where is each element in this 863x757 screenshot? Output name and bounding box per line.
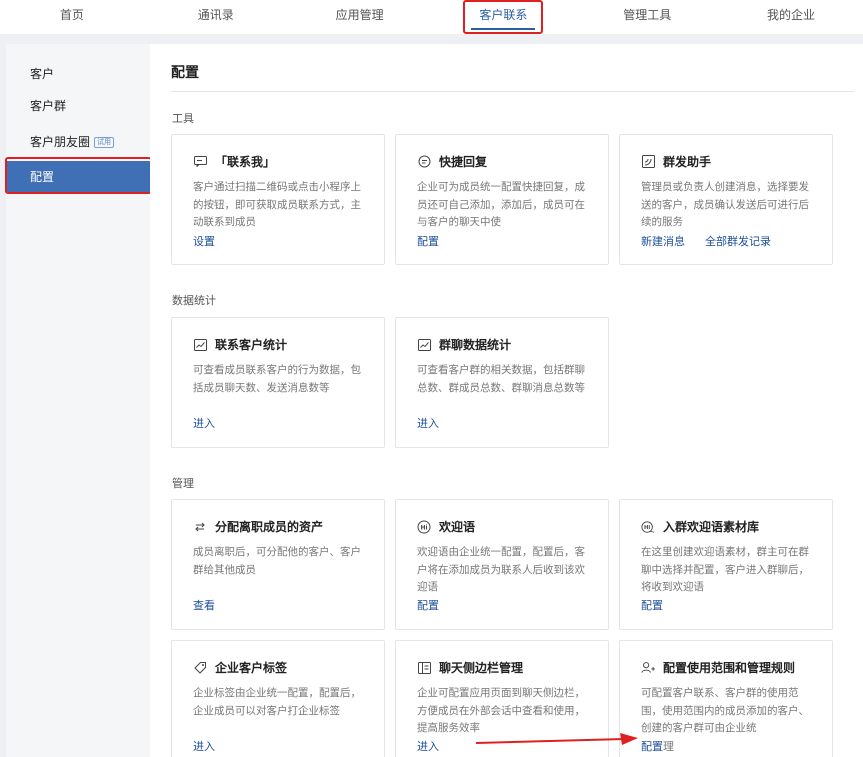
card-desc: 可查看成员联系客户的行为数据，包括成员聊天数、发送消息数等 bbox=[193, 364, 361, 394]
card-title-text: 快捷回复 bbox=[439, 155, 488, 169]
quick-reply-icon bbox=[417, 155, 431, 169]
card-chat-sidebar: 聊天侧边栏管理 企业可配置应用页面到聊天侧边栏，方便成员在外部会话中查看和使用，… bbox=[395, 640, 609, 757]
greeting-icon: Hi bbox=[417, 520, 431, 534]
configure-link[interactable]: 配置 bbox=[417, 233, 439, 249]
card-customer-tags: 企业客户标签 企业标签由企业统一配置，配置后，企业成员可以对客户打企业标签 进入 bbox=[171, 640, 385, 757]
main-panel: 配置 工具 数据统计 管理 「联系我」 客户通过扫描二维码或点击小程序上的按钮，… bbox=[150, 44, 863, 757]
card-contact-stats: 联系客户统计 可查看成员联系客户的行为数据，包括成员聊天数、发送消息数等 进入 bbox=[171, 317, 385, 448]
enter-link[interactable]: 进入 bbox=[417, 415, 439, 431]
card-assign-assets: 分配离职成员的资产 成员离职后，可分配他的客户、客户群给其他成员 查看 bbox=[171, 499, 385, 630]
card-desc: 企业可配置应用页面到聊天侧边栏，方便成员在外部会话中查看和使用，提高服务效率 bbox=[417, 687, 585, 734]
card-desc: 可查看客户群的相关数据，包括群聊总数、群成员总数、群聊消息总数等 bbox=[417, 364, 585, 394]
tab-home[interactable]: 首页 bbox=[0, 0, 144, 34]
card-desc: 企业标签由企业统一配置，配置后，企业成员可以对客户打企业标签 bbox=[193, 687, 361, 717]
card-desc: 成员离职后，可分配他的客户、客户群给其他成员 bbox=[193, 546, 361, 576]
sidebar-item-customer-groups[interactable]: 客户群 bbox=[6, 90, 150, 122]
card-title: 配置使用范围和管理规则 bbox=[641, 659, 795, 676]
card-mass-send: 群发助手 管理员或负责人创建消息，选择要发送的客户，成员确认发送后可进行后续的服… bbox=[619, 134, 833, 265]
card-desc: 客户通过扫描二维码或点击小程序上的按钮，即可获取成员联系方式，主动联系到成员 bbox=[193, 181, 361, 228]
card-desc: 欢迎语由企业统一配置，配置后，客户将在添加成员为联系人后收到该欢迎语 bbox=[417, 546, 585, 593]
configure-link[interactable]: 配置 bbox=[417, 597, 439, 613]
sidebar-item-label: 客户 bbox=[30, 67, 55, 81]
sidebar-panel-icon bbox=[417, 661, 431, 675]
truncated-text: 理 bbox=[663, 740, 674, 753]
enter-link[interactable]: 进入 bbox=[193, 415, 215, 431]
section-label-tools: 工具 bbox=[172, 112, 194, 125]
card-title-text: 欢迎语 bbox=[439, 520, 476, 534]
svg-text:Hi: Hi bbox=[420, 524, 427, 531]
enter-link[interactable]: 进入 bbox=[417, 738, 439, 754]
card-title-text: 「联系我」 bbox=[215, 155, 276, 169]
sidebar-item-label: 客户群 bbox=[30, 99, 67, 113]
sidebar-item-label: 客户朋友圈 bbox=[30, 135, 91, 149]
setup-link[interactable]: 设置 bbox=[193, 233, 215, 249]
broadcast-icon bbox=[641, 155, 655, 169]
tag-icon bbox=[193, 661, 207, 675]
sidebar-item-label: 配置 bbox=[30, 170, 55, 184]
transfer-icon bbox=[193, 520, 207, 534]
tab-my-enterprise[interactable]: 我的企业 bbox=[719, 0, 863, 34]
card-desc: 管理员或负责人创建消息，选择要发送的客户，成员确认发送后可进行后续的服务 bbox=[641, 181, 809, 228]
sidebar-item-moments[interactable]: 客户朋友圈 试用 bbox=[6, 126, 150, 158]
sidebar-item-config[interactable]: 配置 bbox=[6, 161, 150, 193]
card-title: 聊天侧边栏管理 bbox=[417, 659, 523, 676]
card-title-text: 群发助手 bbox=[663, 155, 712, 169]
card-desc: 可配置客户联系、客户群的使用范围，使用范围内的成员添加的客户、创建的客户群可由企… bbox=[641, 687, 809, 734]
card-title-text: 配置使用范围和管理规则 bbox=[663, 661, 796, 675]
line-chart-icon bbox=[417, 338, 431, 352]
card-title-text: 群聊数据统计 bbox=[439, 338, 512, 352]
card-title: 企业客户标签 bbox=[193, 659, 287, 676]
sidebar-item-customers[interactable]: 客户 bbox=[6, 58, 150, 90]
tab-customer-contact[interactable]: 客户联系 bbox=[431, 0, 575, 34]
card-title-text: 聊天侧边栏管理 bbox=[439, 661, 524, 675]
card-desc: 在这里创建欢迎语素材，群主可在群聊中选择并配置，客户进入群聊后，将收到欢迎语 bbox=[641, 546, 809, 593]
trial-badge: 试用 bbox=[94, 137, 115, 148]
card-title: 群发助手 bbox=[641, 153, 711, 170]
card-title: 联系客户统计 bbox=[193, 336, 287, 353]
card-title: Hi 入群欢迎语素材库 bbox=[641, 518, 759, 535]
card-title: 「联系我」 bbox=[193, 153, 275, 170]
section-label-stats: 数据统计 bbox=[172, 294, 216, 307]
card-group-welcome-library: Hi 入群欢迎语素材库 在这里创建欢迎语素材，群主可在群聊中选择并配置，客户进入… bbox=[619, 499, 833, 630]
card-title: Hi 欢迎语 bbox=[417, 518, 475, 535]
card-contact-me: 「联系我」 客户通过扫描二维码或点击小程序上的按钮，即可获取成员联系方式，主动联… bbox=[171, 134, 385, 265]
enter-link[interactable]: 进入 bbox=[193, 738, 215, 754]
tab-app-management[interactable]: 应用管理 bbox=[288, 0, 432, 34]
card-desc: 企业可为成员统一配置快捷回复，成员还可自己添加，添加后，成员可在与客户的聊天中使 bbox=[417, 181, 585, 228]
card-title: 快捷回复 bbox=[417, 153, 487, 170]
configure-link[interactable]: 配置 bbox=[641, 597, 663, 613]
section-label-management: 管理 bbox=[172, 477, 194, 490]
card-title-text: 入群欢迎语素材库 bbox=[663, 520, 760, 534]
card-title: 群聊数据统计 bbox=[417, 336, 511, 353]
tab-contacts[interactable]: 通讯录 bbox=[144, 0, 288, 34]
message-box-icon bbox=[193, 155, 207, 169]
card-quick-reply: 快捷回复 企业可为成员统一配置快捷回复，成员还可自己添加，添加后，成员可在与客户… bbox=[395, 134, 609, 265]
tab-management-tools[interactable]: 管理工具 bbox=[575, 0, 719, 34]
card-scope-rules: 配置使用范围和管理规则 可配置客户联系、客户群的使用范围，使用范围内的成员添加的… bbox=[619, 640, 833, 757]
card-group-stats: 群聊数据统计 可查看客户群的相关数据，包括群聊总数、群成员总数、群聊消息总数等 … bbox=[395, 317, 609, 448]
card-title: 分配离职成员的资产 bbox=[193, 518, 323, 535]
title-divider bbox=[171, 91, 854, 92]
view-link[interactable]: 查看 bbox=[193, 597, 215, 613]
card-title-text: 企业客户标签 bbox=[215, 661, 288, 675]
configure-link[interactable]: 配置 bbox=[641, 740, 663, 753]
card-title-text: 联系客户统计 bbox=[215, 338, 288, 352]
sidebar: 客户 客户群 客户朋友圈 试用 配置 bbox=[6, 44, 150, 757]
card-title-text: 分配离职成员的资产 bbox=[215, 520, 324, 534]
top-nav: 首页 通讯录 应用管理 客户联系 管理工具 我的企业 bbox=[0, 0, 863, 34]
line-chart-icon bbox=[193, 338, 207, 352]
scope-configure-link-row: 配置理 bbox=[641, 738, 674, 754]
add-user-icon bbox=[641, 661, 655, 675]
svg-text:Hi: Hi bbox=[644, 525, 650, 531]
new-message-link[interactable]: 新建消息 bbox=[641, 233, 685, 249]
page-title: 配置 bbox=[171, 65, 199, 81]
card-welcome: Hi 欢迎语 欢迎语由企业统一配置，配置后，客户将在添加成员为联系人后收到该欢迎… bbox=[395, 499, 609, 630]
group-greeting-icon: Hi bbox=[641, 520, 655, 534]
all-mass-records-link[interactable]: 全部群发记录 bbox=[705, 233, 771, 249]
